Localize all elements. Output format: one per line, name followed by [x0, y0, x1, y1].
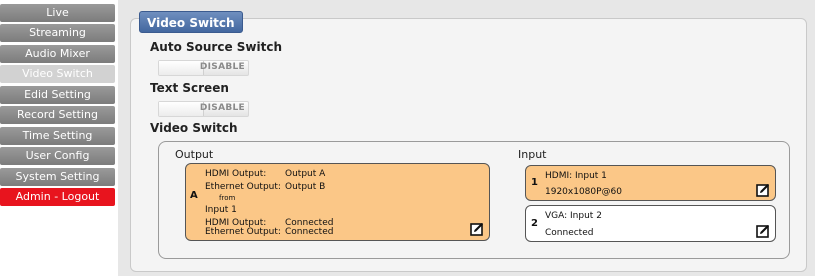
toggle-knob [159, 102, 204, 116]
from-label: from [219, 194, 236, 202]
sidebar-item-audio-mixer[interactable]: Audio Mixer [0, 45, 115, 63]
sidebar-item-label: Time Setting [22, 129, 93, 142]
output-card-a[interactable]: A HDMI Output: Output A Ethernet Output:… [185, 163, 490, 241]
input-card-number: 1 [531, 177, 538, 188]
edit-icon[interactable] [470, 222, 484, 236]
text-screen-title: Text Screen [150, 81, 229, 95]
ethernet-output-label: Ethernet Output: [205, 182, 281, 192]
sidebar-item-label: Edid Setting [24, 88, 91, 101]
input-card-status: 1920x1080P@60 [545, 187, 623, 197]
sidebar-item-label: Audio Mixer [25, 47, 90, 60]
output-card-letter: A [190, 190, 198, 201]
input-card-source: VGA: Input 2 [545, 211, 602, 221]
sidebar-item-user-config[interactable]: User Config [0, 147, 115, 165]
sidebar-item-time-setting[interactable]: Time Setting [0, 127, 115, 145]
input-card-1[interactable]: 1 HDMI: Input 1 1920x1080P@60 [525, 165, 776, 201]
auto-source-switch-title: Auto Source Switch [150, 40, 282, 54]
sidebar-item-live[interactable]: Live [0, 4, 115, 22]
sidebar-item-record-setting[interactable]: Record Setting [0, 106, 115, 124]
sidebar-item-edid-setting[interactable]: Edid Setting [0, 86, 115, 104]
toggle-state-label: DISABLE [199, 103, 245, 113]
video-switch-section-title: Video Switch [150, 121, 238, 135]
edit-icon[interactable] [756, 183, 770, 197]
ethernet-output-value: Output B [285, 182, 326, 192]
ethernet-status-label: Ethernet Output: [205, 227, 281, 237]
toggle-state-label: DISABLE [199, 62, 245, 72]
auto-source-switch-toggle[interactable]: DISABLE [158, 60, 249, 76]
sidebar-item-streaming[interactable]: Streaming [0, 24, 115, 42]
sidebar-item-label: System Setting [15, 170, 100, 183]
sidebar-item-label: Live [46, 6, 69, 19]
ethernet-status-value: Connected [285, 227, 334, 237]
input-column-title: Input [518, 148, 547, 161]
logout-button[interactable]: Admin - Logout [0, 188, 115, 206]
sidebar-item-label: Streaming [29, 26, 86, 39]
sidebar-item-label: User Config [25, 149, 90, 162]
hdmi-output-label: HDMI Output: [205, 169, 267, 179]
edit-icon[interactable] [756, 224, 770, 238]
logout-label: Admin - Logout [15, 190, 100, 203]
text-screen-toggle[interactable]: DISABLE [158, 101, 249, 117]
panel-tab-video-switch: Video Switch [139, 11, 243, 33]
sidebar-item-label: Record Setting [17, 108, 98, 121]
sidebar-item-label: Video Switch [22, 67, 93, 80]
input-card-source: HDMI: Input 1 [545, 171, 607, 181]
input-card-status: Connected [545, 228, 594, 238]
sidebar-item-video-switch[interactable]: Video Switch [0, 65, 115, 83]
sidebar-item-system-setting[interactable]: System Setting [0, 168, 115, 186]
hdmi-output-value: Output A [285, 169, 326, 179]
output-column-title: Output [175, 148, 214, 161]
toggle-knob [159, 61, 204, 75]
input-name: Input 1 [205, 205, 237, 215]
input-card-2[interactable]: 2 VGA: Input 2 Connected [525, 205, 776, 242]
sidebar: Live Streaming Audio Mixer Video Switch … [0, 0, 118, 276]
input-card-number: 2 [531, 218, 538, 229]
